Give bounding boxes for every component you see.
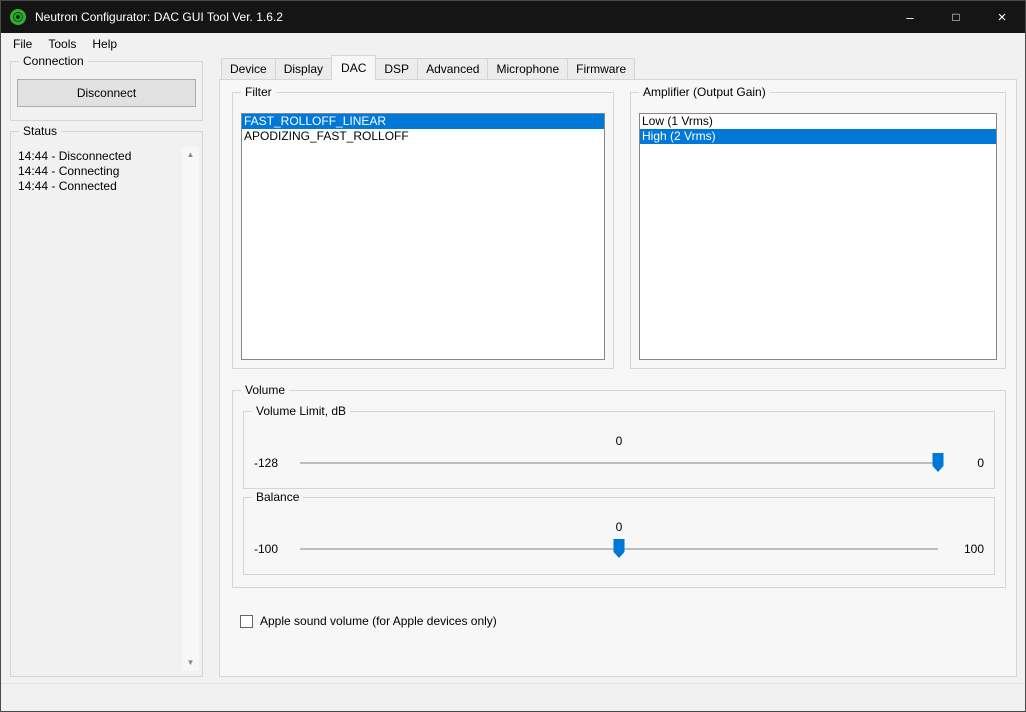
tab-dac[interactable]: DAC xyxy=(331,55,376,80)
tab-firmware[interactable]: Firmware xyxy=(567,58,635,79)
status-log-list: 14:44 - Disconnected 14:44 - Connecting … xyxy=(18,149,178,670)
filter-groupbox-label: Filter xyxy=(241,85,276,100)
tab-display[interactable]: Display xyxy=(275,58,332,79)
filter-listbox[interactable]: FAST_ROLLOFF_LINEAR APODIZING_FAST_ROLLO… xyxy=(241,113,605,360)
balance-min-label: -100 xyxy=(254,542,290,556)
tab-microphone[interactable]: Microphone xyxy=(487,58,568,79)
balance-value: 0 xyxy=(244,520,994,534)
balance-groupbox: Balance 0 -100 100 xyxy=(243,497,995,575)
tab-strip: Device Display DAC DSP Advanced Micropho… xyxy=(221,57,634,79)
volume-limit-slider: -128 0 xyxy=(254,452,984,474)
menu-tools[interactable]: Tools xyxy=(40,34,84,54)
volume-limit-min-label: -128 xyxy=(254,456,290,470)
filter-groupbox: Filter FAST_ROLLOFF_LINEAR APODIZING_FAS… xyxy=(232,92,614,369)
amplifier-option-low[interactable]: Low (1 Vrms) xyxy=(640,114,996,129)
menu-help[interactable]: Help xyxy=(84,34,125,54)
minimize-icon[interactable]: – xyxy=(887,1,933,33)
menu-file[interactable]: File xyxy=(5,34,40,54)
apple-volume-checkbox-label: Apple sound volume (for Apple devices on… xyxy=(260,614,497,628)
volume-limit-track[interactable] xyxy=(300,462,938,464)
volume-limit-thumb[interactable] xyxy=(933,453,944,472)
status-strip xyxy=(1,683,1025,711)
connection-groupbox-label: Connection xyxy=(19,54,88,69)
tab-device[interactable]: Device xyxy=(221,58,276,79)
amplifier-listbox[interactable]: Low (1 Vrms) High (2 Vrms) xyxy=(639,113,997,360)
filter-option-fast-rolloff-linear[interactable]: FAST_ROLLOFF_LINEAR xyxy=(242,114,604,129)
disconnect-button[interactable]: Disconnect xyxy=(17,79,196,107)
scroll-up-icon[interactable]: ▲ xyxy=(187,147,195,163)
tab-dsp[interactable]: DSP xyxy=(375,58,418,79)
volume-groupbox: Volume Volume Limit, dB 0 -128 0 Balance… xyxy=(232,390,1006,588)
volume-limit-value: 0 xyxy=(244,434,994,448)
connection-groupbox: Connection Disconnect xyxy=(10,61,203,121)
balance-thumb[interactable] xyxy=(614,539,625,558)
app-icon xyxy=(10,9,26,25)
status-scrollbar[interactable]: ▲ ▼ xyxy=(182,147,199,671)
status-entry: 14:44 - Connecting xyxy=(18,164,178,179)
title-bar: Neutron Configurator: DAC GUI Tool Ver. … xyxy=(1,1,1025,33)
amplifier-groupbox-label: Amplifier (Output Gain) xyxy=(639,85,770,100)
window-title: Neutron Configurator: DAC GUI Tool Ver. … xyxy=(35,10,283,24)
close-icon[interactable]: × xyxy=(979,1,1025,33)
menu-bar: File Tools Help xyxy=(1,33,1025,55)
status-groupbox-label: Status xyxy=(19,124,61,139)
volume-limit-max-label: 0 xyxy=(948,456,984,470)
apple-volume-row: Apple sound volume (for Apple devices on… xyxy=(240,614,497,628)
balance-max-label: 100 xyxy=(948,542,984,556)
volume-limit-track-area[interactable] xyxy=(300,452,938,474)
status-entry: 14:44 - Disconnected xyxy=(18,149,178,164)
amplifier-groupbox: Amplifier (Output Gain) Low (1 Vrms) Hig… xyxy=(630,92,1006,369)
balance-slider: -100 100 xyxy=(254,538,984,560)
volume-limit-groupbox: Volume Limit, dB 0 -128 0 xyxy=(243,411,995,489)
apple-volume-checkbox[interactable] xyxy=(240,615,253,628)
status-groupbox: Status 14:44 - Disconnected 14:44 - Conn… xyxy=(10,131,203,677)
app-window: Neutron Configurator: DAC GUI Tool Ver. … xyxy=(0,0,1026,712)
dac-tab-panel: Filter FAST_ROLLOFF_LINEAR APODIZING_FAS… xyxy=(219,79,1017,677)
filter-option-apodizing-fast-rolloff[interactable]: APODIZING_FAST_ROLLOFF xyxy=(242,129,604,144)
amplifier-option-high[interactable]: High (2 Vrms) xyxy=(640,129,996,144)
balance-track-area[interactable] xyxy=(300,538,938,560)
volume-groupbox-label: Volume xyxy=(241,383,289,398)
window-controls: – □ × xyxy=(887,1,1025,33)
balance-groupbox-label: Balance xyxy=(252,490,303,505)
maximize-icon[interactable]: □ xyxy=(933,1,979,33)
volume-limit-groupbox-label: Volume Limit, dB xyxy=(252,404,350,419)
status-entry: 14:44 - Connected xyxy=(18,179,178,194)
tab-advanced[interactable]: Advanced xyxy=(417,58,488,79)
scroll-down-icon[interactable]: ▼ xyxy=(187,655,195,671)
